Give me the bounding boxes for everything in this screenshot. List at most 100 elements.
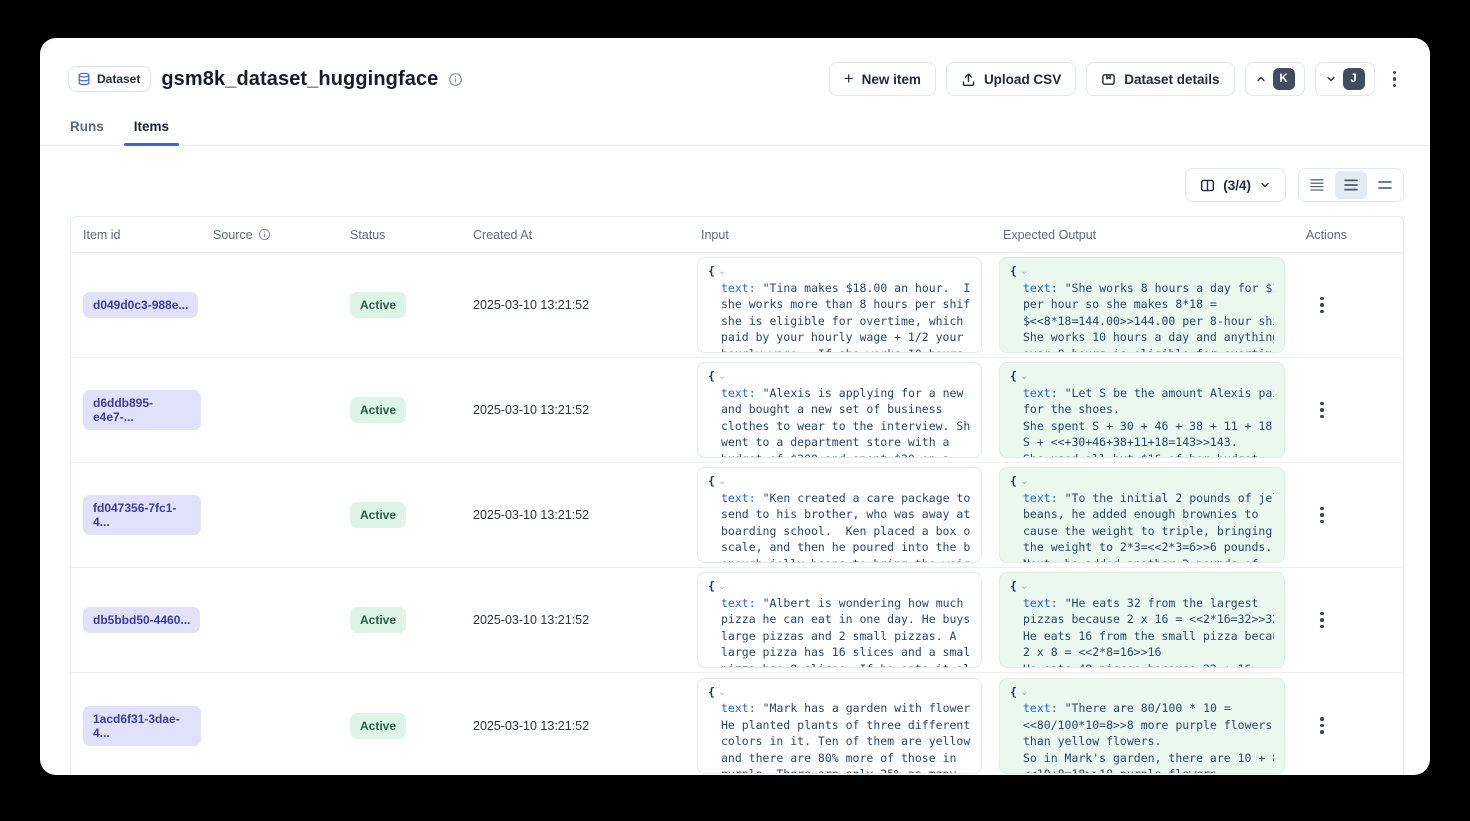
- kebab-icon: [1320, 402, 1324, 419]
- json-key: text:: [721, 701, 756, 715]
- open-brace: {: [708, 368, 715, 385]
- collapse-chevron-icon[interactable]: ⌄: [718, 267, 726, 277]
- row-height-large-icon: [1377, 177, 1393, 193]
- collapse-chevron-icon[interactable]: ⌄: [1020, 477, 1028, 487]
- open-brace: {: [1010, 684, 1017, 701]
- dataset-badge-label: Dataset: [97, 72, 140, 86]
- created-at-cell: 2025-03-10 13:21:52: [461, 508, 689, 522]
- expected-output-json-viewer[interactable]: {⌄ text:"He eats 32 from the largest piz…: [999, 572, 1285, 668]
- table-toolbar: (3/4): [40, 146, 1430, 216]
- input-json-viewer[interactable]: {⌄ text:"Ken created a care package to s…: [697, 467, 982, 563]
- row-height-toggle: [1298, 168, 1404, 202]
- expected-output-json-viewer[interactable]: {⌄ text:"There are 80/100 * 10 = <<80/10…: [999, 678, 1285, 774]
- page-title: gsm8k_dataset_huggingface: [161, 68, 438, 91]
- row-height-medium-button[interactable]: [1335, 171, 1367, 199]
- tab-items[interactable]: Items: [132, 111, 171, 145]
- collapse-chevron-icon[interactable]: ⌄: [718, 477, 726, 487]
- row-actions-button[interactable]: [1312, 396, 1332, 425]
- expected-output-cell: {⌄ text:"There are 80/100 * 10 = <<80/10…: [991, 673, 1294, 775]
- open-brace: {: [708, 684, 715, 701]
- col-header-expected-output[interactable]: Expected Output: [991, 228, 1294, 242]
- tab-bar: Runs Items: [40, 111, 1430, 146]
- table-row[interactable]: db5bbd50-4460... Active 2025-03-10 13:21…: [71, 568, 1403, 673]
- tab-runs[interactable]: Runs: [68, 111, 106, 145]
- expected-output-json-viewer[interactable]: {⌄ text:"She works 8 hours a day for $18…: [999, 257, 1285, 353]
- new-item-button[interactable]: + New item: [829, 62, 936, 96]
- col-header-item-id[interactable]: Item id: [71, 228, 201, 242]
- input-json-viewer[interactable]: {⌄ text:"Tina makes $18.00 an hour. If s…: [697, 257, 982, 353]
- json-key: text:: [721, 596, 756, 610]
- input-json-viewer[interactable]: {⌄ text:"Mark has a garden with flowers.…: [697, 678, 982, 774]
- status-cell: Active: [338, 502, 461, 528]
- item-id-badge[interactable]: d6ddb895-e4e7-...: [83, 390, 201, 430]
- source-info-icon[interactable]: [258, 228, 271, 241]
- col-header-source[interactable]: Source: [201, 228, 338, 242]
- input-json-viewer[interactable]: {⌄ text:"Alexis is applying for a new jo…: [697, 362, 982, 458]
- item-id-cell: d049d0c3-988e...: [71, 292, 201, 318]
- columns-count: (3/4): [1223, 178, 1251, 193]
- row-actions-button[interactable]: [1312, 606, 1332, 635]
- table-row[interactable]: 1acd6f31-3dae-4... Active 2025-03-10 13:…: [71, 673, 1403, 775]
- title-info-icon[interactable]: [448, 72, 463, 87]
- upload-csv-button[interactable]: Upload CSV: [946, 62, 1076, 96]
- expected-output-json-viewer[interactable]: {⌄ text:"Let S be the amount Alexis paid…: [999, 362, 1285, 458]
- collapse-chevron-icon[interactable]: ⌄: [1020, 372, 1028, 382]
- item-id-badge[interactable]: d049d0c3-988e...: [83, 292, 198, 318]
- avatar-k: K: [1273, 68, 1295, 90]
- created-at-cell: 2025-03-10 13:21:52: [461, 613, 689, 627]
- created-at-cell: 2025-03-10 13:21:52: [461, 298, 689, 312]
- status-cell: Active: [338, 397, 461, 423]
- collapse-chevron-icon[interactable]: ⌄: [1020, 688, 1028, 698]
- kebab-icon: [1320, 507, 1324, 524]
- col-header-input[interactable]: Input: [689, 228, 991, 242]
- kebab-icon: [1320, 612, 1324, 629]
- item-id-badge[interactable]: fd047356-7fc1-4...: [83, 495, 201, 535]
- json-key: text:: [721, 281, 756, 295]
- kebab-icon: [1393, 71, 1397, 88]
- collapse-user-k-button[interactable]: K: [1245, 62, 1305, 96]
- json-key: text:: [1023, 596, 1058, 610]
- row-height-small-icon: [1309, 177, 1325, 193]
- open-brace: {: [1010, 263, 1017, 280]
- item-id-cell: db5bbd50-4460...: [71, 607, 201, 633]
- item-id-cell: fd047356-7fc1-4...: [71, 495, 201, 535]
- row-actions-button[interactable]: [1312, 501, 1332, 530]
- expected-output-json-viewer[interactable]: {⌄ text:"To the initial 2 pounds of jell…: [999, 467, 1285, 563]
- col-header-status[interactable]: Status: [338, 228, 461, 242]
- open-brace: {: [1010, 473, 1017, 490]
- json-key: text:: [721, 386, 756, 400]
- row-actions-button[interactable]: [1312, 291, 1332, 320]
- page-header: Dataset gsm8k_dataset_huggingface + New …: [40, 38, 1430, 96]
- input-json-viewer[interactable]: {⌄ text:"Albert is wondering how much pi…: [697, 572, 982, 668]
- table-row[interactable]: d049d0c3-988e... Active 2025-03-10 13:21…: [71, 253, 1403, 358]
- created-at-cell: 2025-03-10 13:21:52: [461, 719, 689, 733]
- status-badge: Active: [350, 397, 406, 423]
- row-actions-button[interactable]: [1312, 711, 1332, 740]
- header-more-actions-button[interactable]: [1385, 65, 1405, 94]
- open-brace: {: [1010, 368, 1017, 385]
- table-row[interactable]: d6ddb895-e4e7-... Active 2025-03-10 13:2…: [71, 358, 1403, 463]
- expand-user-j-button[interactable]: J: [1315, 62, 1375, 96]
- dataset-details-button[interactable]: Dataset details: [1086, 62, 1234, 96]
- collapse-chevron-icon[interactable]: ⌄: [718, 372, 726, 382]
- collapse-chevron-icon[interactable]: ⌄: [1020, 582, 1028, 592]
- row-height-small-button[interactable]: [1301, 171, 1333, 199]
- columns-selector-button[interactable]: (3/4): [1185, 168, 1286, 202]
- actions-cell: [1294, 291, 1403, 320]
- chevron-down-icon: [1325, 73, 1337, 85]
- columns-icon: [1200, 178, 1215, 193]
- database-icon: [77, 72, 91, 86]
- collapse-chevron-icon[interactable]: ⌄: [718, 688, 726, 698]
- col-header-created-at[interactable]: Created At: [461, 228, 689, 242]
- collapse-chevron-icon[interactable]: ⌄: [1020, 267, 1028, 277]
- input-cell: {⌄ text:"Mark has a garden with flowers.…: [689, 673, 991, 775]
- item-id-badge[interactable]: 1acd6f31-3dae-4...: [83, 706, 201, 746]
- actions-cell: [1294, 606, 1403, 635]
- item-id-badge[interactable]: db5bbd50-4460...: [83, 607, 200, 633]
- input-cell: {⌄ text:"Albert is wondering how much pi…: [689, 568, 991, 672]
- table-row[interactable]: fd047356-7fc1-4... Active 2025-03-10 13:…: [71, 463, 1403, 568]
- collapse-chevron-icon[interactable]: ⌄: [718, 582, 726, 592]
- expected-output-cell: {⌄ text:"She works 8 hours a day for $18…: [991, 253, 1294, 357]
- plus-icon: +: [844, 70, 854, 87]
- row-height-large-button[interactable]: [1369, 171, 1401, 199]
